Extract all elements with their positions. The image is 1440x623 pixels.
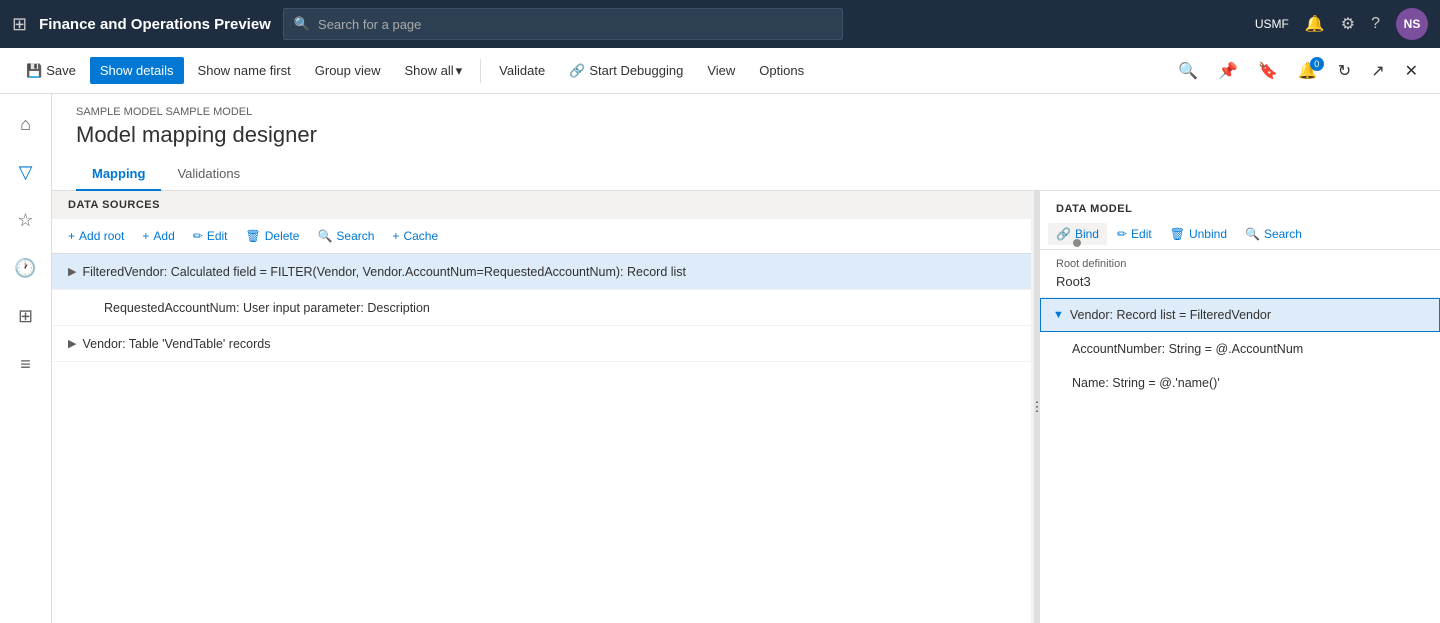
cache-button[interactable]: + Cache xyxy=(384,225,446,247)
tree-item-vendor[interactable]: ▶ Vendor: Table 'VendTable' records xyxy=(52,326,1031,362)
data-sources-toolbar: + Add root + Add ✏ Edit 🗑 Delete xyxy=(52,219,1031,254)
toolbar-close-icon[interactable]: ✕ xyxy=(1399,57,1424,85)
data-model-edit-button[interactable]: ✏ Edit xyxy=(1109,223,1160,245)
nav-home[interactable]: ⌂ xyxy=(4,102,48,146)
data-model-action-bar: 🔗 Bind ✏ Edit 🗑 Unbind 🔍 xyxy=(1040,219,1440,250)
search-icon-left: 🔍 xyxy=(317,229,332,243)
dm-item-account-number[interactable]: AccountNumber: String = @.AccountNum xyxy=(1040,332,1440,366)
tab-bar: Mapping Validations xyxy=(76,158,1416,190)
data-sources-tree: ▶ FilteredVendor: Calculated field = FIL… xyxy=(52,254,1031,623)
options-button[interactable]: Options xyxy=(749,57,814,84)
app-title: Finance and Operations Preview xyxy=(39,16,271,33)
dm-item-text-name: Name: String = @.'name()' xyxy=(1072,376,1220,390)
cache-icon: + xyxy=(392,229,399,243)
toolbar: 💾 Save Show details Show name first Grou… xyxy=(0,48,1440,94)
root-definition-section: Root definition Root3 xyxy=(1040,250,1440,298)
delete-icon: 🗑 xyxy=(246,229,261,243)
search-icon: 🔍 xyxy=(294,16,310,32)
dm-item-text-account-number: AccountNumber: String = @.AccountNum xyxy=(1072,342,1303,356)
edit-icon: ✏ xyxy=(193,229,203,243)
add-root-icon: + xyxy=(68,229,75,243)
dm-item-vendor-record[interactable]: ▼ Vendor: Record list = FilteredVendor xyxy=(1040,298,1440,332)
toolbar-bookmark-icon[interactable]: 🔖 xyxy=(1252,57,1284,85)
chevron-down-icon: ▾ xyxy=(456,63,463,79)
toolbar-popout-icon[interactable]: ↗ xyxy=(1365,57,1390,85)
dm-item-name[interactable]: Name: String = @.'name()' xyxy=(1040,366,1440,400)
validate-button[interactable]: Validate xyxy=(489,57,555,84)
nav-filter[interactable]: ▽ xyxy=(4,150,48,194)
page-header: SAMPLE MODEL SAMPLE MODEL Model mapping … xyxy=(52,94,1440,191)
avatar[interactable]: NS xyxy=(1396,8,1428,40)
expand-icon-vendor: ▶ xyxy=(68,337,76,350)
global-search-bar[interactable]: 🔍 Search for a page xyxy=(283,8,843,40)
toolbar-search-icon[interactable]: 🔍 xyxy=(1172,57,1204,85)
nav-workspaces[interactable]: ⊞ xyxy=(4,294,48,338)
root-definition-label: Root definition xyxy=(1056,258,1424,270)
page-title: Model mapping designer xyxy=(76,122,1416,148)
view-button[interactable]: View xyxy=(697,57,745,84)
search-placeholder: Search for a page xyxy=(318,17,421,32)
data-model-tree: ▼ Vendor: Record list = FilteredVendor A… xyxy=(1040,298,1440,623)
expand-icon-filtered-vendor: ▶ xyxy=(68,265,76,278)
collapse-icon-vendor-record: ▼ xyxy=(1053,309,1064,321)
unbind-icon: 🗑 xyxy=(1170,227,1185,241)
save-button[interactable]: 💾 Save xyxy=(16,57,86,85)
toolbar-pin-icon[interactable]: 📌 xyxy=(1212,57,1244,85)
data-model-search-button[interactable]: 🔍 Search xyxy=(1237,223,1310,245)
toolbar-badge-icon[interactable]: 🔔0 xyxy=(1292,57,1324,85)
toolbar-right-icons: 🔍 📌 🔖 🔔0 ↻ ↗ ✕ xyxy=(1172,57,1424,85)
search-icon-dm: 🔍 xyxy=(1245,227,1260,241)
tree-item-requested-account-num[interactable]: RequestedAccountNum: User input paramete… xyxy=(52,290,1031,326)
right-panel: DATA MODEL 🔗 Bind ✏ Edit 🗑 Unbind xyxy=(1040,191,1440,623)
left-panel: DATA SOURCES + Add root + Add ✏ Edit xyxy=(52,191,1034,623)
show-name-first-button[interactable]: Show name first xyxy=(188,57,301,84)
top-right-icons: USMF 🔔 ⚙ ? NS xyxy=(1255,8,1428,40)
toolbar-refresh-icon[interactable]: ↻ xyxy=(1332,57,1357,85)
tree-item-filtered-vendor[interactable]: ▶ FilteredVendor: Calculated field = FIL… xyxy=(52,254,1031,290)
bind-button[interactable]: 🔗 Bind xyxy=(1048,223,1107,245)
top-navigation: ⊞ Finance and Operations Preview 🔍 Searc… xyxy=(0,0,1440,48)
add-root-button[interactable]: + Add root xyxy=(60,225,132,247)
show-all-button[interactable]: Show all ▾ xyxy=(395,57,473,85)
delete-button[interactable]: 🗑 Delete xyxy=(238,225,308,247)
show-details-button[interactable]: Show details xyxy=(90,57,184,84)
group-view-button[interactable]: Group view xyxy=(305,57,391,84)
split-panels: DATA SOURCES + Add root + Add ✏ Edit xyxy=(52,191,1440,623)
tree-item-text-vendor: Vendor: Table 'VendTable' records xyxy=(82,337,270,351)
toolbar-separator xyxy=(480,59,481,83)
edit-icon-dm: ✏ xyxy=(1117,227,1127,241)
debug-icon: 🔗 xyxy=(569,63,585,79)
nav-modules[interactable]: ≡ xyxy=(4,342,48,386)
help-icon[interactable]: ? xyxy=(1371,15,1380,33)
nav-recent[interactable]: 🕐 xyxy=(4,246,48,290)
side-navigation: ⌂ ▽ ☆ 🕐 ⊞ ≡ xyxy=(0,94,52,623)
nav-favorites[interactable]: ☆ xyxy=(4,198,48,242)
root-definition-value: Root3 xyxy=(1056,274,1424,289)
app-grid-icon[interactable]: ⊞ xyxy=(12,14,27,35)
cursor-hover-indicator xyxy=(1073,239,1081,247)
main-layout: ⌂ ▽ ☆ 🕐 ⊞ ≡ SAMPLE MODEL SAMPLE MODEL Mo… xyxy=(0,94,1440,623)
tree-item-text-requested-account-num: RequestedAccountNum: User input paramete… xyxy=(104,301,430,315)
unbind-button[interactable]: 🗑 Unbind xyxy=(1162,223,1235,245)
content-area: SAMPLE MODEL SAMPLE MODEL Model mapping … xyxy=(52,94,1440,623)
bind-icon: 🔗 xyxy=(1056,227,1071,241)
dm-item-text-vendor-record: Vendor: Record list = FilteredVendor xyxy=(1070,308,1271,322)
edit-button[interactable]: ✏ Edit xyxy=(185,225,236,247)
tab-mapping[interactable]: Mapping xyxy=(76,158,161,191)
add-icon: + xyxy=(142,229,149,243)
start-debugging-button[interactable]: 🔗 Start Debugging xyxy=(559,57,693,85)
data-sources-header: DATA SOURCES xyxy=(52,191,1031,219)
settings-icon[interactable]: ⚙ xyxy=(1341,14,1355,34)
breadcrumb: SAMPLE MODEL SAMPLE MODEL xyxy=(76,106,1416,118)
company-badge: USMF xyxy=(1255,17,1289,31)
search-button[interactable]: 🔍 Search xyxy=(309,225,382,247)
tab-validations[interactable]: Validations xyxy=(161,158,256,191)
tree-item-text-filtered-vendor: FilteredVendor: Calculated field = FILTE… xyxy=(82,265,686,279)
data-model-label: DATA MODEL xyxy=(1040,191,1440,219)
add-button[interactable]: + Add xyxy=(134,225,182,247)
save-icon: 💾 xyxy=(26,63,42,79)
notifications-icon[interactable]: 🔔 xyxy=(1305,14,1325,34)
